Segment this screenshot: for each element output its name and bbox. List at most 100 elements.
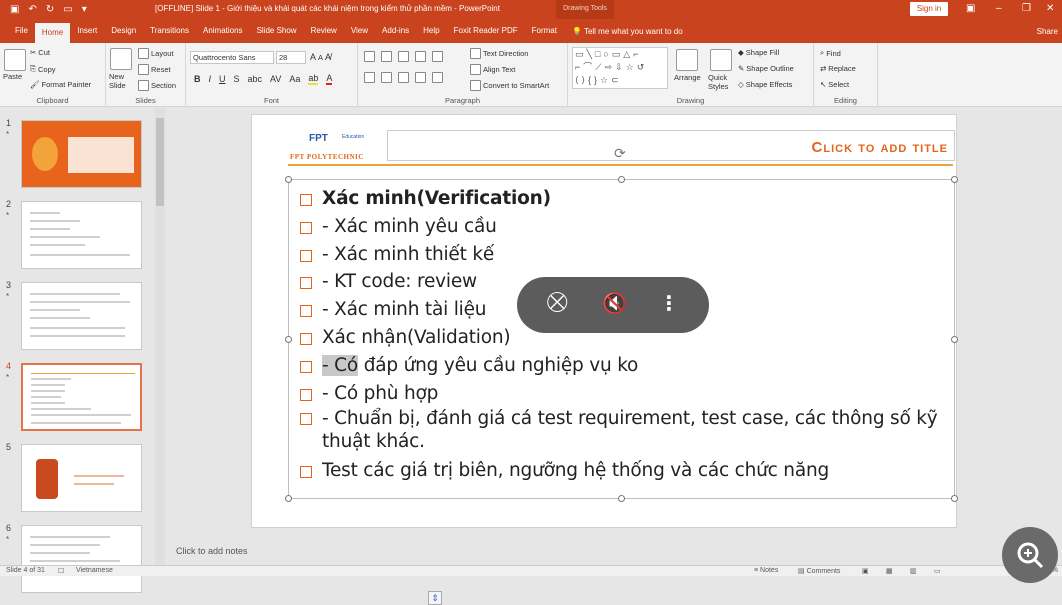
quick-styles-icon[interactable] [710,49,732,71]
tab-home[interactable]: Home [34,23,71,43]
ribbon-display-icon[interactable]: ▣ [966,3,975,14]
customize-qat-icon[interactable]: ▾ [82,4,87,15]
share-button[interactable]: Share [1037,27,1058,36]
align-right-icon[interactable] [398,72,409,83]
increase-indent-icon[interactable] [415,51,426,62]
font-color-icon[interactable]: A [326,73,333,85]
mute-icon[interactable]: 🔇 [602,291,627,316]
sign-in-button[interactable]: Sign in [910,2,948,16]
bullets-icon[interactable] [364,51,375,62]
shape-fill-button[interactable]: ◆ Shape Fill [738,48,779,57]
format-painter-button[interactable]: 🖌 Format Painter [30,80,91,89]
tab-view[interactable]: View [344,19,375,43]
reading-view-icon[interactable]: ▥ [910,567,917,575]
tab-file[interactable]: File [8,19,35,43]
slide-canvas[interactable]: FPT Education FPT POLYTECHNIC Click to a… [251,114,958,528]
arrange-button[interactable]: Arrange [674,73,701,82]
font-size-buttons[interactable]: AA A̸ [310,52,331,62]
layout-button[interactable]: Layout [138,48,174,59]
bold-icon[interactable]: B [194,74,201,84]
tell-me-input[interactable]: Tell me what you want to do [584,27,683,36]
redo-icon[interactable]: ↻ [46,4,54,15]
convert-smartart-button[interactable]: Convert to SmartArt [470,80,549,91]
paste-button[interactable]: Paste [3,72,22,81]
shapes-gallery[interactable]: ▭╲□○▭△⌐ ⌐⌒⟋⇨⇩☆↺ ⟨⟩{}☆⊂ [572,47,668,89]
present-icon[interactable]: ▭ [63,4,72,15]
resize-handle[interactable] [285,336,292,343]
resize-handle[interactable] [285,495,292,502]
undo-icon[interactable]: ↶ [28,4,36,15]
tab-insert[interactable]: Insert [70,19,104,43]
highlight-icon[interactable]: ab [308,73,319,85]
align-center-icon[interactable] [381,72,392,83]
text-direction-button[interactable]: Text Direction [470,48,528,59]
shape-effects-button[interactable]: ◇ Shape Effects [738,80,792,89]
restore-icon[interactable]: ❐ [1022,3,1031,14]
clear-format-icon[interactable]: A̸ [325,52,331,62]
comments-button[interactable]: ▤ Comments [798,567,840,575]
font-size-box[interactable]: 28 [276,51,306,64]
notes-button[interactable]: ≡ Notes [754,567,778,574]
font-name-box[interactable]: Quattrocento Sans [190,51,274,64]
title-placeholder[interactable]: Click to add title [387,130,955,161]
paste-icon[interactable] [4,49,26,71]
resize-handle[interactable] [951,336,958,343]
align-text-button[interactable]: Align Text [470,64,515,75]
notes-pane[interactable]: Click to add notes [166,541,1062,565]
spacing-icon[interactable]: AV [270,74,281,84]
language-indicator[interactable]: Vietnamese [76,567,113,574]
scrollbar-thumb[interactable] [156,118,164,206]
thumbnail-scrollbar[interactable] [155,108,165,565]
bullet-list[interactable]: Xác minh(Verification) - Xác minh yêu cầ… [300,185,950,485]
italic-icon[interactable]: I [209,74,212,84]
line-spacing-icon[interactable] [432,51,443,62]
tab-slide-show[interactable]: Slide Show [250,19,304,43]
find-button[interactable]: ⌕ Find [820,48,841,58]
tab-format[interactable]: Format [525,19,564,43]
autofit-options-icon[interactable]: ⇕ [428,591,442,605]
normal-view-icon[interactable]: ▣ [862,567,869,575]
shadow-icon[interactable]: S [234,74,240,84]
tab-help[interactable]: Help [416,19,446,43]
section-button[interactable]: Section [138,80,176,91]
tab-transitions[interactable]: Transitions [143,19,196,43]
arrange-icon[interactable] [676,49,698,71]
minimize-icon[interactable]: – [996,3,1002,14]
quick-styles-button[interactable]: Quick Styles [708,73,736,91]
underline-icon[interactable]: U [219,74,226,84]
tab-design[interactable]: Design [104,19,143,43]
select-button[interactable]: ↖ Select [820,80,849,89]
cut-button[interactable]: ✂ Cut [30,48,50,57]
columns-icon[interactable] [432,72,443,83]
resize-handle[interactable] [618,176,625,183]
tab-add-ins[interactable]: Add-ins [375,19,416,43]
tab-animations[interactable]: Animations [196,19,250,43]
save-icon[interactable]: ▣ [10,4,19,15]
shape-outline-button[interactable]: ✎ Shape Outline [738,64,794,73]
reset-button[interactable]: Reset [138,64,171,75]
slideshow-view-icon[interactable]: ▭ [934,567,941,575]
numbering-icon[interactable] [381,51,392,62]
justify-icon[interactable] [415,72,426,83]
copy-button[interactable]: ⎘ Copy [30,64,56,74]
tab-foxit[interactable]: Foxit Reader PDF [447,19,525,43]
decrease-indent-icon[interactable] [398,51,409,62]
replace-button[interactable]: ⇄ Replace [820,64,856,73]
strikethrough-icon[interactable]: abc [248,74,263,84]
slide-sorter-icon[interactable]: ▦ [886,567,893,575]
align-left-icon[interactable] [364,72,375,83]
zoom-in-button[interactable] [1002,527,1058,583]
resize-handle[interactable] [285,176,292,183]
resize-handle[interactable] [951,176,958,183]
rotate-handle-icon[interactable]: ⟳ [614,145,626,162]
case-icon[interactable]: Aa [289,74,300,84]
spellcheck-icon[interactable]: ☐ [58,567,64,575]
new-slide-button[interactable]: New Slide [109,72,137,90]
close-icon[interactable]: ✕ [1046,3,1054,14]
new-slide-icon[interactable] [110,48,132,70]
tab-review[interactable]: Review [304,19,344,43]
no-captions-icon[interactable]: ⛒ [547,291,567,314]
resize-handle[interactable] [951,495,958,502]
more-options-icon[interactable]: ⋮ [659,291,679,316]
resize-handle[interactable] [618,495,625,502]
